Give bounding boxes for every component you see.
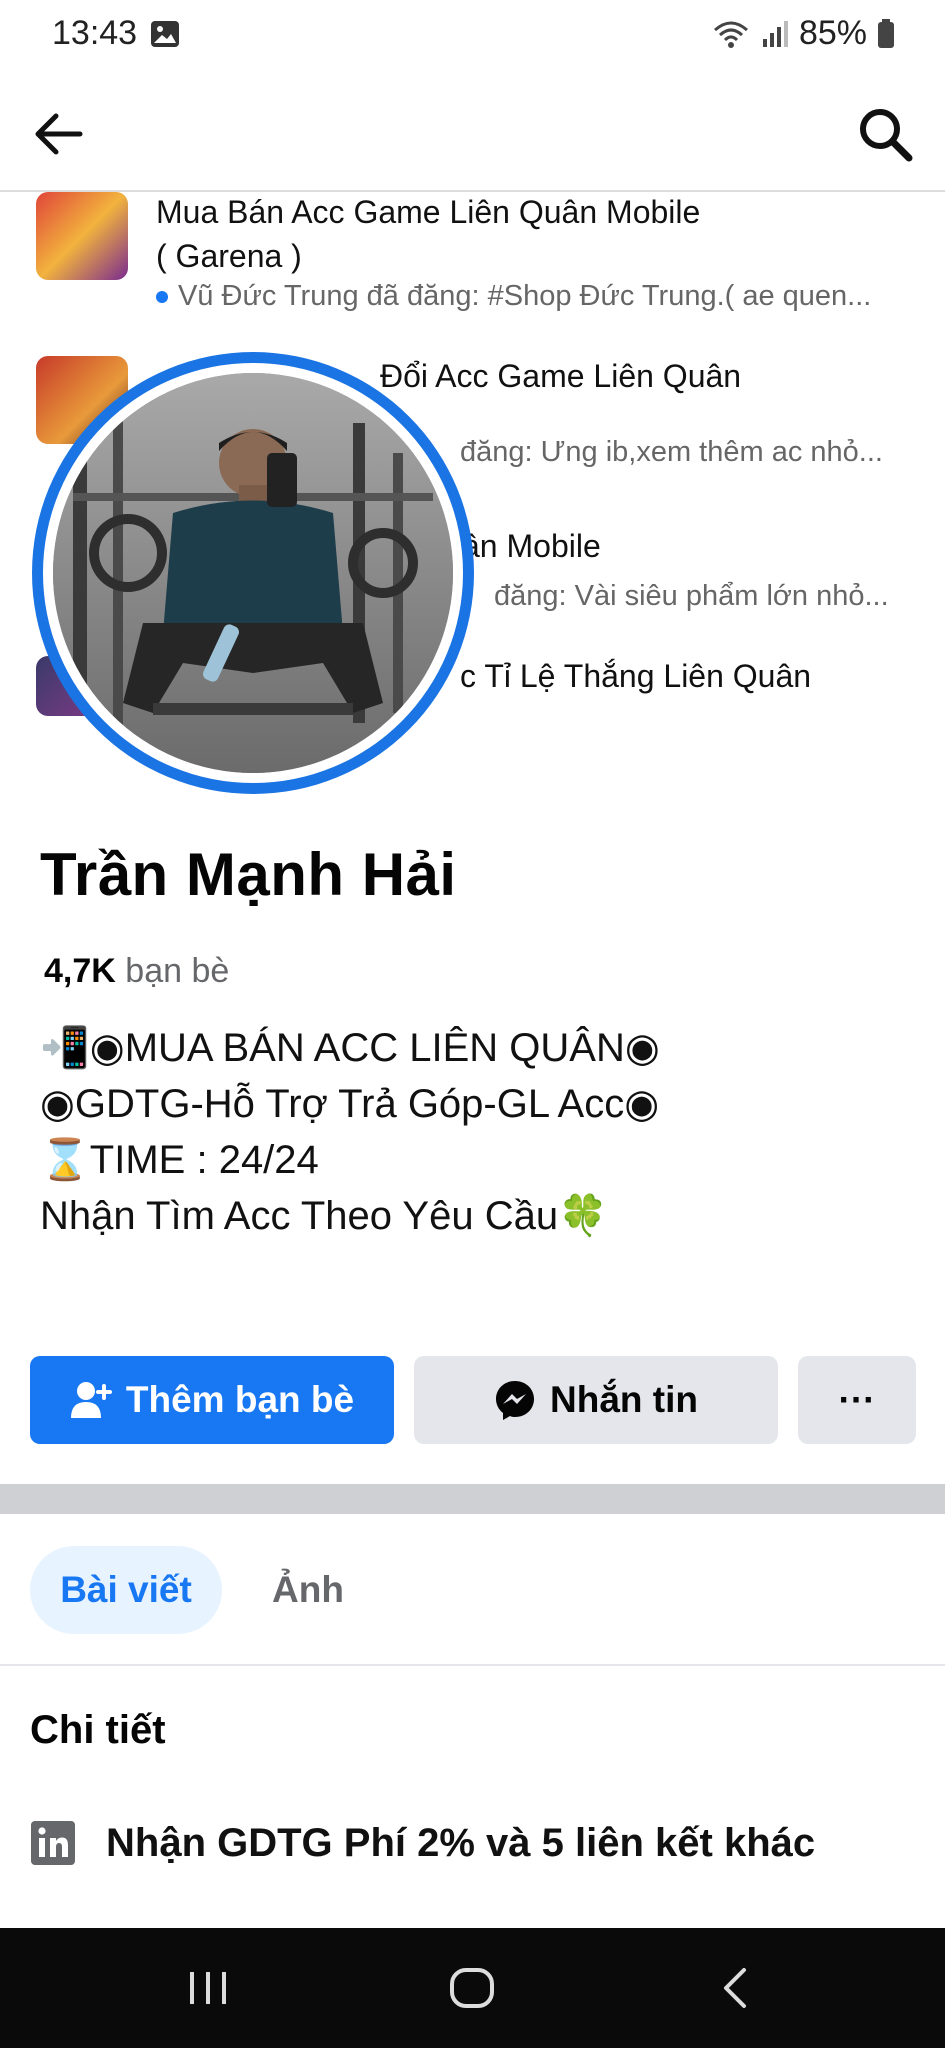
group-subtitle: đăng: Ưng ib,xem thêm ac nhỏ...: [460, 436, 883, 468]
tab-posts[interactable]: Bài viết: [30, 1546, 222, 1634]
home-icon[interactable]: [442, 1962, 502, 2014]
friends-count[interactable]: 4,7K bạn bè: [44, 952, 229, 991]
group-title: Đổi Acc Game Liên Quân: [380, 358, 742, 394]
add-friend-label: Thêm bạn bè: [125, 1379, 355, 1420]
bio-line: Nhận Tìm Acc Theo Yêu Cầu🍀: [40, 1194, 608, 1238]
bio-line: ◉GDTG-Hỗ Trợ Trả Góp-GL Acc◉: [40, 1082, 660, 1126]
message-label: Nhắn tin: [550, 1379, 698, 1420]
section-divider: [0, 1484, 945, 1514]
back-arrow-icon[interactable]: [28, 102, 92, 166]
status-bar: 13:43 85%: [0, 0, 945, 72]
profile-photo: [53, 373, 453, 773]
search-icon[interactable]: [853, 102, 917, 166]
profile-avatar[interactable]: [32, 352, 474, 794]
status-time: 13:43: [52, 14, 138, 52]
system-nav-bar: [0, 1928, 945, 2048]
details-link-text: Nhận GDTG Phí 2% và 5 liên kết khác: [106, 1820, 816, 1865]
message-button[interactable]: Nhắn tin: [414, 1356, 778, 1444]
group-subtitle: Vũ Đức Trung đã đăng: #Shop Đức Trung.( …: [156, 280, 871, 313]
messenger-icon: [496, 1381, 534, 1420]
group-title: ân Mobile: [462, 528, 601, 564]
wifi-icon: [713, 21, 748, 48]
group-title: c Tỉ Lệ Thắng Liên Quân: [460, 658, 812, 694]
add-friend-button[interactable]: Thêm bạn bè: [30, 1356, 394, 1444]
profile-bio: 📲◉MUA BÁN ACC LIÊN QUÂN◉ ◉GDTG-Hỗ Trợ Tr…: [40, 1020, 660, 1244]
friends-number: 4,7K: [44, 952, 116, 990]
system-back-icon[interactable]: [706, 1962, 766, 2014]
avatar: [53, 373, 453, 773]
group-subtitle: đăng: Vài siêu phẩm lớn nhỏ...: [494, 580, 889, 612]
profile-name: Trần Mạnh Hải: [40, 841, 457, 908]
battery-percent: 85%: [798, 14, 867, 52]
unread-dot: [156, 291, 168, 304]
top-nav: [0, 72, 945, 192]
more-options-button[interactable]: ···: [798, 1356, 916, 1444]
add-friend-icon: [70, 1382, 112, 1418]
details-links-row[interactable]: Nhận GDTG Phí 2% và 5 liên kết khác: [30, 1820, 815, 1866]
status-right: 85%: [711, 14, 895, 53]
details-title: Chi tiết: [30, 1708, 166, 1752]
tab-photos[interactable]: Ảnh: [250, 1546, 366, 1634]
tab-divider: [0, 1664, 945, 1666]
signal-icon: [762, 20, 788, 47]
bio-line: 📲◉MUA BÁN ACC LIÊN QUÂN◉: [40, 1026, 660, 1070]
group-title: Mua Bán Acc Game Liên Quân Mobile ( Gare…: [156, 194, 701, 274]
more-dots-icon: ···: [838, 1379, 876, 1420]
image-notification-icon: [151, 21, 179, 47]
battery-icon: [878, 18, 894, 48]
group-thumbnail: [36, 192, 128, 280]
linkedin-icon: [31, 1821, 75, 1865]
bio-line: ⌛TIME : 24/24: [40, 1138, 319, 1182]
recent-apps-icon[interactable]: [178, 1962, 238, 2014]
friends-label: bạn bè: [125, 952, 230, 990]
